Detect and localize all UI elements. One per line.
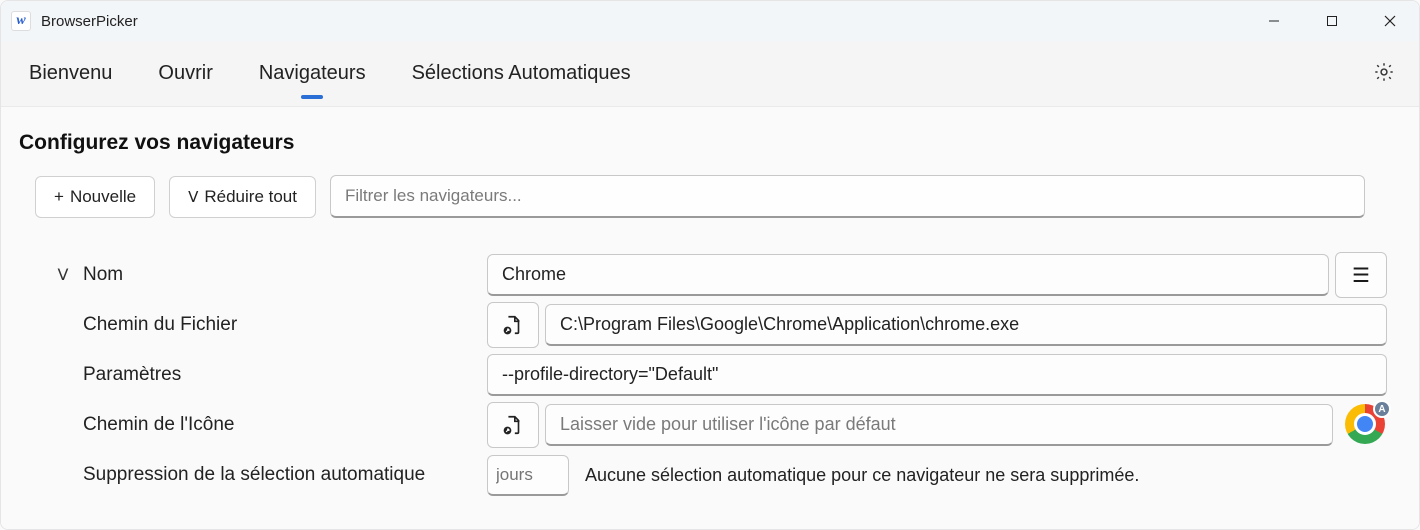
row-autosupp: Suppression de la sélection automatique …	[55, 450, 1401, 500]
params-label-col: Paramètres	[55, 364, 475, 386]
chevron-down-icon: ᐯ	[188, 188, 198, 206]
autosupp-help-text: Aucune sélection automatique pour ce nav…	[585, 465, 1139, 486]
name-value-col: ☰	[487, 252, 1387, 298]
row-filepath: Chemin du Fichier	[55, 300, 1401, 350]
file-shortcut-icon	[502, 314, 524, 336]
browser-form: ᐯ Nom ☰ Chemin du Fichier	[19, 250, 1401, 500]
filepath-browse-button[interactable]	[487, 302, 539, 348]
tab-browsers[interactable]: Navigateurs	[259, 54, 366, 93]
autosupp-value-col: Aucune sélection automatique pour ce nav…	[487, 455, 1401, 496]
expand-toggle[interactable]: ᐯ	[55, 265, 71, 285]
tab-autoselections[interactable]: Sélections Automatiques	[412, 54, 631, 93]
iconpath-input[interactable]	[545, 404, 1333, 446]
filepath-value-col	[487, 302, 1387, 348]
app-window: w BrowserPicker Bienvenu Ouvrir Navigate…	[0, 0, 1420, 530]
close-button[interactable]	[1361, 1, 1419, 41]
tab-open[interactable]: Ouvrir	[158, 54, 212, 93]
autosupp-label: Suppression de la sélection automatique	[83, 464, 425, 486]
row-iconpath: Chemin de l'Icône A	[55, 400, 1401, 450]
params-input[interactable]	[487, 354, 1387, 396]
maximize-icon	[1326, 15, 1338, 27]
tab-welcome[interactable]: Bienvenu	[29, 54, 112, 93]
browser-icon-preview: A	[1345, 404, 1387, 446]
filepath-input[interactable]	[545, 304, 1387, 346]
params-value-col	[487, 354, 1387, 396]
row-name: ᐯ Nom ☰	[55, 250, 1401, 300]
collapse-all-button[interactable]: ᐯ Réduire tout	[169, 176, 316, 218]
app-icon-glyph: w	[16, 13, 25, 29]
window-controls	[1245, 1, 1419, 41]
iconpath-browse-button[interactable]	[487, 402, 539, 448]
filepath-label: Chemin du Fichier	[83, 314, 237, 336]
settings-button[interactable]	[1373, 61, 1395, 87]
profile-badge: A	[1373, 400, 1391, 418]
content-area: Configurez vos navigateurs + Nouvelle ᐯ …	[1, 107, 1419, 529]
autosupp-label-col: Suppression de la sélection automatique	[55, 464, 475, 486]
iconpath-label: Chemin de l'Icône	[83, 414, 235, 436]
name-label: Nom	[83, 264, 123, 286]
name-label-col: ᐯ Nom	[55, 264, 475, 286]
new-button[interactable]: + Nouvelle	[35, 176, 155, 218]
filepath-label-col: Chemin du Fichier	[55, 314, 475, 336]
tabbar: Bienvenu Ouvrir Navigateurs Sélections A…	[1, 41, 1419, 107]
minimize-button[interactable]	[1245, 1, 1303, 41]
new-button-label: Nouvelle	[70, 187, 136, 207]
maximize-button[interactable]	[1303, 1, 1361, 41]
file-shortcut-icon	[502, 414, 524, 436]
filter-input[interactable]	[330, 175, 1365, 218]
iconpath-label-col: Chemin de l'Icône	[55, 414, 475, 436]
titlebar: w BrowserPicker	[1, 1, 1419, 41]
name-input[interactable]	[487, 254, 1329, 296]
params-label: Paramètres	[83, 364, 181, 386]
app-title: BrowserPicker	[41, 13, 138, 30]
toolbar-row: + Nouvelle ᐯ Réduire tout	[19, 175, 1401, 218]
row-params: Paramètres	[55, 350, 1401, 400]
page-title: Configurez vos navigateurs	[19, 131, 1401, 155]
app-icon: w	[11, 11, 31, 31]
gear-icon	[1373, 61, 1395, 83]
minimize-icon	[1268, 15, 1280, 27]
hamburger-icon: ☰	[1352, 263, 1370, 288]
plus-icon: +	[54, 187, 64, 207]
close-icon	[1384, 15, 1396, 27]
iconpath-value-col: A	[487, 402, 1387, 448]
days-input[interactable]	[487, 455, 569, 496]
browser-menu-button[interactable]: ☰	[1335, 252, 1387, 298]
collapse-all-label: Réduire tout	[204, 187, 297, 207]
